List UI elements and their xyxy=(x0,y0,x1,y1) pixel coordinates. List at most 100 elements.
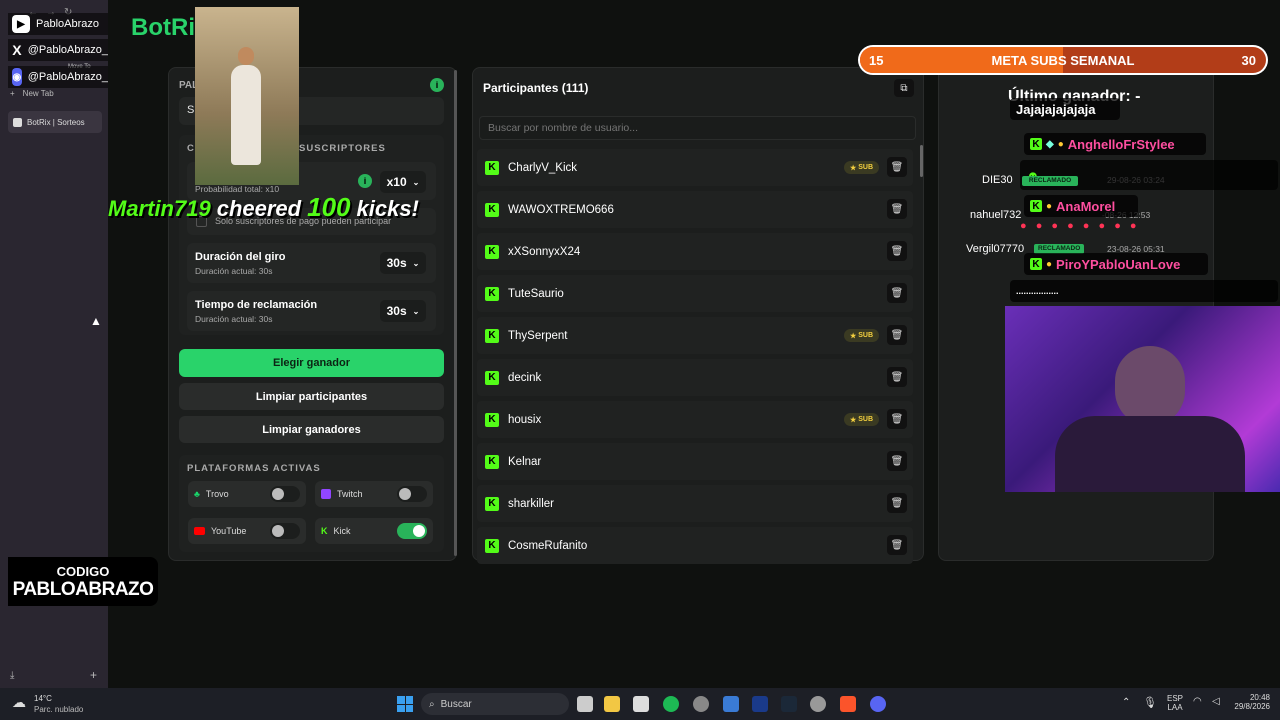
trash-icon[interactable]: 🗑 xyxy=(887,283,907,303)
spin-duration-row: Duración del giro Duración actual: 30s 3… xyxy=(187,243,436,283)
participant-name: sharkiller xyxy=(508,497,555,510)
mic-icon[interactable]: 🎙 xyxy=(1143,696,1157,709)
participant-search-input[interactable] xyxy=(479,116,916,140)
trash-icon[interactable]: 🗑 xyxy=(887,157,907,177)
add-icon[interactable]: + xyxy=(90,668,97,682)
weather-desc: Parc. nublado xyxy=(34,705,84,714)
chat-user: PiroYPabloUanLove xyxy=(1056,256,1181,272)
participant-row[interactable]: K CharlyV_Kick ★ SUB 🗑 xyxy=(477,149,913,186)
sub-goal-bar: 15 META SUBS SEMANAL 30 xyxy=(858,45,1268,75)
winner-name: nahuel732 xyxy=(970,209,1022,221)
task-view-icon[interactable] xyxy=(577,696,593,712)
participant-name: CosmeRufanito xyxy=(508,539,588,552)
pick-winner-button[interactable]: Elegir ganador xyxy=(179,349,444,377)
chat-text: Jajajajajajaja xyxy=(1016,101,1096,117)
participant-row[interactable]: K decink 🗑 xyxy=(477,359,913,396)
discord-icon[interactable] xyxy=(870,696,886,712)
participant-row[interactable]: K xXSonnyxX24 🗑 xyxy=(477,233,913,270)
info-icon[interactable]: i xyxy=(430,78,444,92)
sub-badge: ★ SUB xyxy=(843,413,879,426)
participant-row[interactable]: K CosmeRufanito 🗑 xyxy=(477,527,913,564)
new-tab-button[interactable]: + New Tab xyxy=(10,89,54,98)
spin-duration-select[interactable]: 30s ⌄ xyxy=(380,252,426,274)
chevron-up-icon[interactable]: ⌃ xyxy=(1122,697,1130,708)
person-head-icon xyxy=(238,47,254,65)
trash-icon[interactable]: 🗑 xyxy=(887,535,907,555)
settings-scrollbar[interactable] xyxy=(454,70,457,556)
kick-icon: K xyxy=(485,328,499,343)
snipping-tool-icon[interactable] xyxy=(633,696,649,712)
kick-icon: K xyxy=(485,496,499,511)
tab-label: BotRix | Sorteos xyxy=(27,117,85,127)
participant-row[interactable]: K sharkiller 🗑 xyxy=(477,485,913,522)
brave-icon[interactable] xyxy=(840,696,856,712)
info-icon[interactable]: i xyxy=(358,174,372,188)
search-icon: ⌕ xyxy=(429,698,435,710)
trash-icon[interactable]: 🗑 xyxy=(887,451,907,471)
clock-date: 29/8/2026 xyxy=(1234,702,1270,711)
select-value: 30s xyxy=(386,304,407,318)
language-indicator[interactable]: ESP LAA xyxy=(1167,694,1183,712)
copy-icon[interactable]: ⧉ xyxy=(894,79,914,97)
subs-multiplier-select[interactable]: x10 ⌄ xyxy=(380,171,426,193)
trash-icon[interactable]: 🗑 xyxy=(887,367,907,387)
claimed-badge: RECLAMADO xyxy=(1022,176,1078,186)
plus-icon: + xyxy=(10,89,15,98)
participant-row[interactable]: K WAWOXTREMO666 🗑 xyxy=(477,191,913,228)
trash-icon[interactable]: 🗑 xyxy=(887,409,907,429)
kick-icon: K xyxy=(1030,138,1042,150)
kick-icon: K xyxy=(485,160,499,175)
twitch-toggle[interactable] xyxy=(397,486,427,502)
platform-label: Trovo xyxy=(205,489,229,499)
search-text: S xyxy=(187,104,195,116)
kick-toggle[interactable] xyxy=(397,523,427,539)
clock[interactable]: 20:48 29/8/2026 xyxy=(1228,693,1270,711)
taskbar-search[interactable]: ⌕ Buscar xyxy=(421,693,569,715)
download-icon[interactable]: ⤓ xyxy=(10,670,14,681)
clear-participants-button[interactable]: Limpiar participantes xyxy=(179,383,444,410)
chat-user: AnaMorel xyxy=(1056,198,1116,214)
participant-name: CharlyV_Kick xyxy=(508,161,578,174)
badge-icon: ● xyxy=(1057,138,1064,150)
file-explorer-icon[interactable] xyxy=(604,696,620,712)
platform-trovo: ♣ Trovo xyxy=(188,481,306,507)
participant-row[interactable]: K TuteSaurio 🗑 xyxy=(477,275,913,312)
vscode-icon[interactable] xyxy=(752,696,768,712)
social-handle: PabloAbrazo xyxy=(36,18,99,30)
participants-scrollbar[interactable] xyxy=(920,145,923,177)
participant-row[interactable]: K housix ★ SUB 🗑 xyxy=(477,401,913,438)
trash-icon[interactable]: 🗑 xyxy=(887,493,907,513)
clear-winners-button[interactable]: Limpiar ganadores xyxy=(179,416,444,443)
participant-name: TuteSaurio xyxy=(508,287,564,300)
trash-icon[interactable]: 🗑 xyxy=(887,241,907,261)
streamer-head-icon xyxy=(1115,346,1185,426)
spotify-icon[interactable] xyxy=(663,696,679,712)
youtube-toggle[interactable] xyxy=(270,523,300,539)
participant-row[interactable]: K ThySerpent ★ SUB 🗑 xyxy=(477,317,913,354)
claim-time-select[interactable]: 30s ⌄ xyxy=(380,300,426,322)
kick-icon: K xyxy=(321,526,328,536)
participant-row[interactable]: K Kelnar 🗑 xyxy=(477,443,913,480)
person-figure-icon xyxy=(231,65,261,165)
code-label: CODIGO xyxy=(56,564,110,579)
volume-icon[interactable]: ◁ xyxy=(1212,696,1220,707)
wifi-icon[interactable]: ◠ xyxy=(1193,696,1202,707)
youtube-icon xyxy=(194,527,205,535)
windows-start-icon[interactable] xyxy=(397,696,413,712)
trash-icon[interactable]: 🗑 xyxy=(887,199,907,219)
kick-icon: K xyxy=(485,286,499,301)
sidebar-tab-botrix[interactable]: BotRix | Sorteos xyxy=(8,111,102,133)
participant-name: WAWOXTREMO666 xyxy=(508,203,614,216)
trash-icon[interactable]: 🗑 xyxy=(887,325,907,345)
chat-user: AnghelloFrStylee xyxy=(1067,136,1175,152)
trovo-toggle[interactable] xyxy=(270,486,300,502)
chevron-down-icon: ⌄ xyxy=(412,306,420,316)
claim-time-row: Tiempo de reclamación Duración actual: 3… xyxy=(187,291,436,331)
app-icon[interactable] xyxy=(723,696,739,712)
obs-icon[interactable] xyxy=(693,696,709,712)
steam-icon[interactable] xyxy=(781,696,797,712)
platform-label: Kick xyxy=(333,526,351,536)
app-icon[interactable] xyxy=(810,696,826,712)
goal-title: META SUBS SEMANAL xyxy=(991,53,1135,68)
star-icon: ★ xyxy=(849,416,857,424)
